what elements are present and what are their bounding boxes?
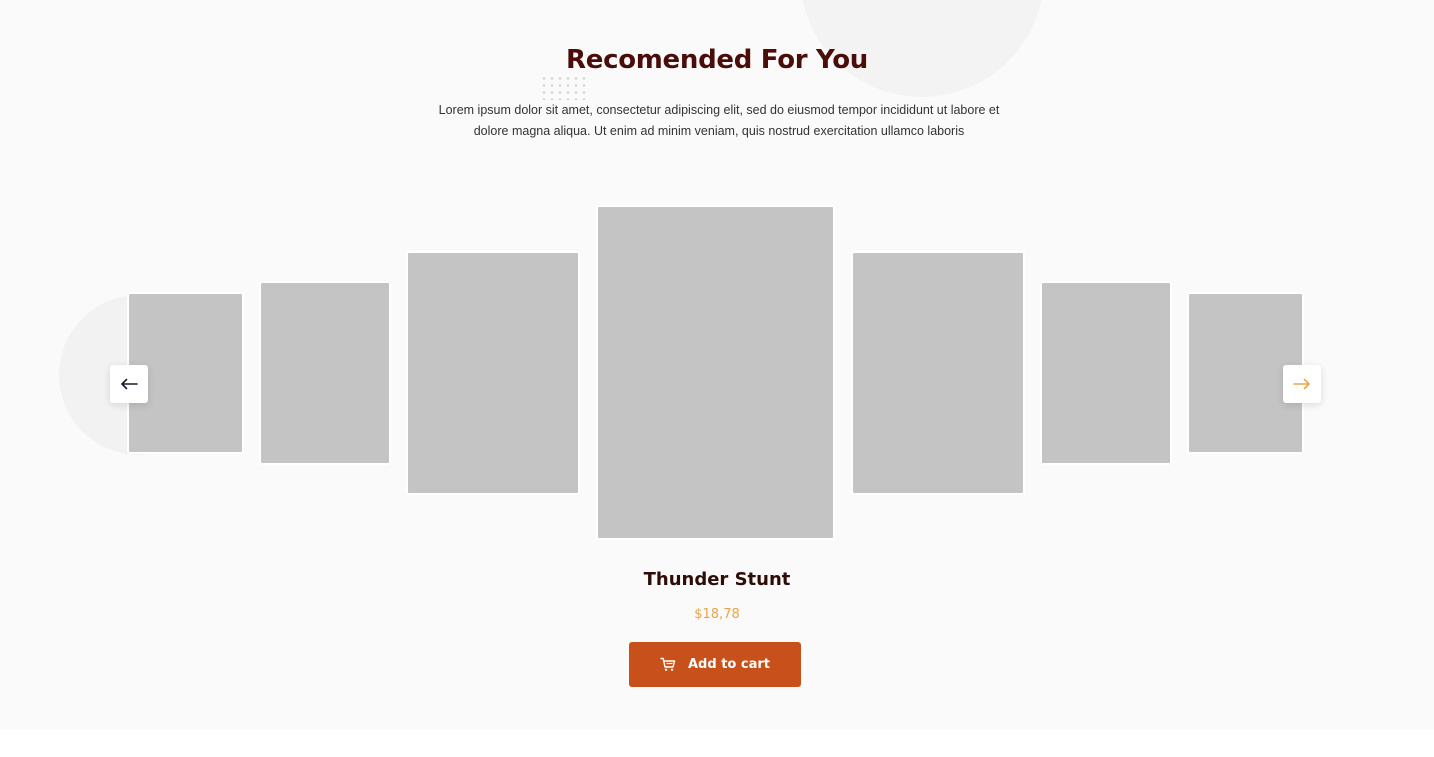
add-to-cart-label: Add to cart (688, 657, 770, 672)
carousel-prev-button[interactable] (110, 365, 148, 403)
cart-icon (660, 657, 676, 671)
product-price: $18,78 (694, 607, 740, 622)
carousel-card[interactable] (851, 251, 1025, 495)
section-title: Recomended For You (566, 45, 868, 75)
carousel-card[interactable] (259, 281, 391, 465)
arrow-right-icon (1293, 378, 1310, 390)
add-to-cart-button[interactable]: Add to cart (629, 642, 801, 687)
carousel-next-button[interactable] (1283, 365, 1321, 403)
decorative-dot-grid (540, 75, 590, 100)
carousel-card-active[interactable] (596, 205, 835, 540)
carousel-card[interactable] (1040, 281, 1172, 465)
arrow-left-icon (121, 378, 138, 390)
recommended-section: Recomended For You Lorem ipsum dolor sit… (0, 0, 1434, 730)
carousel-card[interactable] (406, 251, 580, 495)
product-name: Thunder Stunt (643, 569, 791, 590)
section-subtitle: Lorem ipsum dolor sit amet, consectetur … (438, 103, 1000, 138)
